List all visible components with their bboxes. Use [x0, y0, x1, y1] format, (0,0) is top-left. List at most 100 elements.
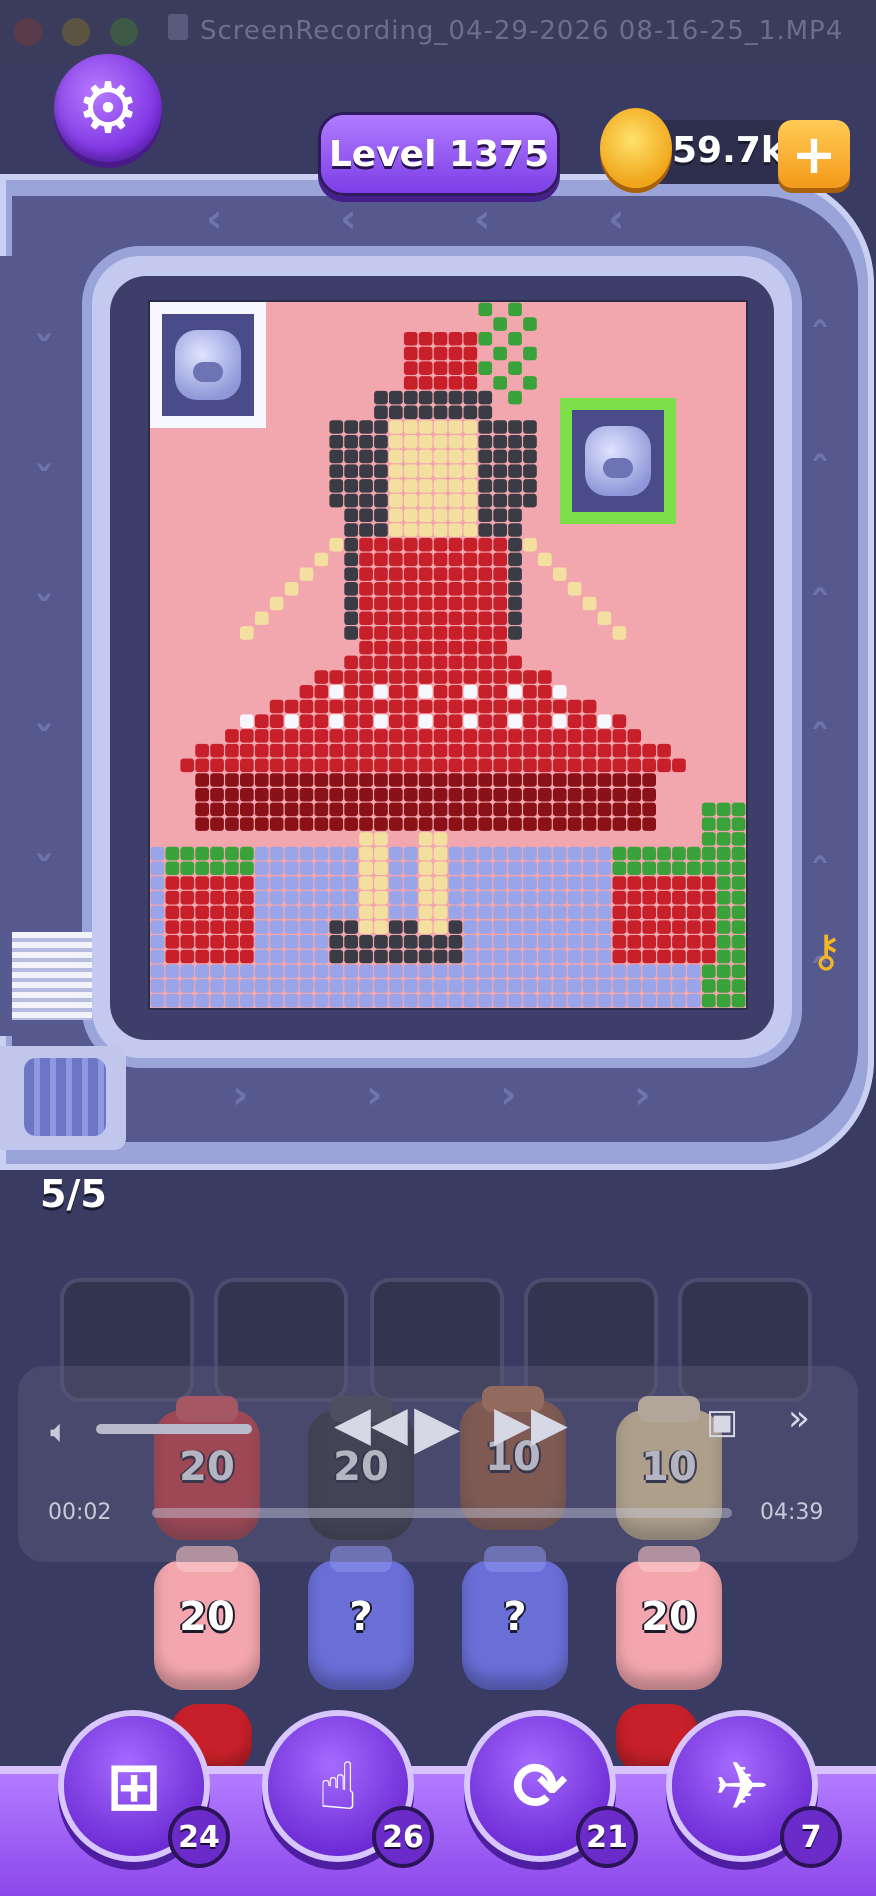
pig-shooter[interactable]: 20 — [616, 1546, 722, 1690]
pixel-block — [523, 449, 537, 464]
pixel-block — [254, 979, 269, 993]
key-icon[interactable]: ⚷ — [810, 926, 842, 977]
pixel-block — [374, 640, 388, 655]
pixel-block — [225, 758, 239, 773]
mystery-shooter[interactable]: ? — [308, 1546, 414, 1690]
pixel-block — [418, 655, 433, 670]
play-icon[interactable]: ▶ — [414, 1392, 460, 1462]
pixel-block — [359, 743, 373, 758]
pixel-block — [269, 405, 284, 420]
speaker-icon[interactable]: 🔈︎ — [50, 1412, 69, 1451]
pixel-block — [642, 626, 656, 640]
pixel-block — [463, 479, 478, 493]
pixel-block — [225, 611, 239, 625]
add-coins-button[interactable]: + — [778, 120, 850, 188]
pixel-block — [701, 890, 716, 905]
pixel-block — [567, 714, 582, 728]
pixel-block — [463, 714, 478, 728]
pixel-block — [180, 464, 195, 478]
pixel-block — [403, 743, 418, 758]
picture-in-picture-icon[interactable]: ▣ — [706, 1402, 738, 1442]
pixel-block — [567, 787, 582, 802]
pixel-block — [165, 861, 180, 876]
pixel-block — [418, 405, 433, 420]
pixel-block — [284, 596, 299, 611]
pixel-block — [716, 935, 731, 949]
pixel-block — [180, 582, 195, 596]
playback-progress[interactable] — [152, 1508, 732, 1518]
pixel-block — [657, 802, 671, 817]
settings-button[interactable]: ⚙ — [54, 54, 162, 162]
pixel-block — [463, 743, 478, 758]
pixel-block — [463, 861, 478, 876]
pixel-block — [165, 758, 180, 773]
pixel-block — [687, 964, 701, 978]
pixel-block — [299, 670, 314, 684]
locked-pig-slot[interactable] — [150, 302, 266, 428]
pixel-block — [150, 802, 165, 817]
pixel-block — [225, 949, 239, 964]
pixel-block — [582, 949, 597, 964]
pixel-block — [612, 832, 627, 846]
pixel-block — [478, 905, 493, 920]
pixel-block — [284, 361, 299, 375]
pixel-block — [642, 552, 656, 567]
pixel-block — [165, 905, 180, 920]
pixel-block — [582, 332, 597, 346]
pixel-block — [359, 920, 373, 934]
pixel-block — [687, 405, 701, 420]
zoom-window-button[interactable] — [110, 18, 138, 46]
pixel-block — [284, 949, 299, 964]
pixel-block — [716, 405, 731, 420]
pig-shooter[interactable]: 20 — [154, 1546, 260, 1690]
pixel-block — [284, 817, 299, 831]
pixel-block — [240, 890, 254, 905]
pixel-block — [538, 346, 552, 361]
pixel-block — [642, 758, 656, 773]
pixel-block — [552, 611, 567, 625]
pixel-block — [582, 523, 597, 537]
pixel-block — [552, 714, 567, 728]
pixel-block — [195, 817, 209, 831]
pixel-block — [612, 993, 627, 1008]
close-window-button[interactable] — [14, 18, 42, 46]
pixel-block — [329, 699, 344, 714]
pixel-block — [523, 552, 537, 567]
pixel-block — [538, 993, 552, 1008]
pixel-block — [523, 640, 537, 655]
pixel-block — [567, 670, 582, 684]
pixel-block — [284, 582, 299, 596]
volume-slider[interactable] — [96, 1424, 252, 1434]
pixel-block — [389, 670, 403, 684]
pixel-block — [716, 832, 731, 846]
pixel-block — [627, 302, 642, 317]
minimize-window-button[interactable] — [62, 18, 90, 46]
pixel-block — [597, 949, 612, 964]
pixel-block — [478, 861, 493, 876]
pixel-block — [240, 670, 254, 684]
pixel-block — [508, 582, 522, 596]
pixel-block — [180, 552, 195, 567]
pixel-block — [701, 714, 716, 728]
rewind-icon[interactable]: ◀◀ — [334, 1396, 408, 1452]
pixel-block — [552, 302, 567, 317]
pixel-block — [448, 508, 463, 523]
pixel-block — [180, 596, 195, 611]
pixel-block — [344, 758, 358, 773]
pixel-block — [687, 611, 701, 625]
pixel-block — [478, 390, 493, 405]
pixel-block — [344, 670, 358, 684]
pixel-block — [329, 832, 344, 846]
pixel-block — [389, 376, 403, 390]
fast-forward-icon[interactable]: ▶▶ — [494, 1396, 568, 1452]
pixel-block — [701, 390, 716, 405]
pig-slot-highlighted[interactable] — [560, 398, 676, 524]
pixel-block — [344, 846, 358, 861]
pixel-block — [731, 361, 746, 375]
mystery-shooter[interactable]: ? — [462, 1546, 568, 1690]
skip-icon[interactable]: » — [788, 1398, 810, 1439]
pixel-block — [597, 640, 612, 655]
pixel-block — [269, 890, 284, 905]
pixel-block — [269, 787, 284, 802]
pixel-block — [642, 817, 656, 831]
